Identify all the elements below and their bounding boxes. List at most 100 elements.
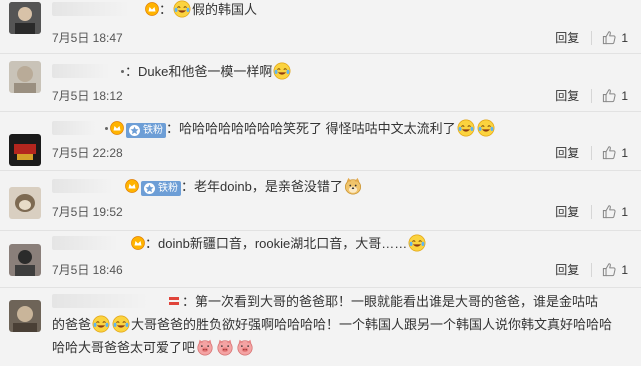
comment-line-1: ：第一次看到大哥的爸爸耶！一眼就能看出谁是大哥的爸爸，谁是金咕咕 bbox=[52, 290, 627, 313]
comment-text: doinb新疆口音，rookie湖北口音，大哥…… bbox=[158, 236, 408, 251]
fan-badge-label: 铁粉 bbox=[158, 183, 178, 194]
reply-button[interactable]: 回复 bbox=[555, 203, 579, 220]
name-dot bbox=[121, 70, 124, 73]
avatar[interactable] bbox=[9, 244, 41, 276]
comment-item: ：第一次看到大哥的爸爸耶！一眼就能看出谁是大哥的爸爸，谁是金咕咕 的爸爸 大哥爸爸… bbox=[0, 290, 641, 366]
action-divider bbox=[591, 88, 593, 103]
avatar-image bbox=[9, 300, 41, 332]
pig-emoji-icon bbox=[196, 338, 214, 356]
fan-badge: 铁粉 bbox=[126, 123, 166, 138]
action-divider bbox=[591, 30, 593, 45]
fan-badge: 铁粉 bbox=[141, 181, 181, 196]
comment-list: ：假的韩国人 7月5日 18:47 回复 1 ：Duke和他爸一模一样啊 7月5… bbox=[0, 0, 641, 366]
like-count[interactable]: 1 bbox=[621, 31, 628, 45]
comment-body: ： 假的韩国人 bbox=[52, 0, 629, 20]
comment-body: 铁粉 ：老年doinb，是亲爸没错了 bbox=[52, 177, 629, 197]
comment-item: 铁粉 ：老年doinb，是亲爸没错了 7月5日 19:52 回复 1 bbox=[0, 175, 641, 233]
avatar[interactable] bbox=[9, 300, 41, 332]
avatar-image bbox=[9, 187, 41, 219]
fan-star-icon bbox=[143, 182, 156, 195]
laugh-cry-emoji-icon bbox=[457, 119, 475, 137]
like-count[interactable]: 1 bbox=[621, 205, 628, 219]
avatar-image bbox=[9, 244, 41, 276]
comment-divider bbox=[0, 230, 641, 231]
comment-actions: 回复 1 bbox=[555, 29, 628, 46]
avatar[interactable] bbox=[9, 134, 41, 166]
username-redacted[interactable] bbox=[52, 179, 124, 193]
action-divider bbox=[591, 145, 593, 160]
like-count[interactable]: 1 bbox=[621, 263, 628, 277]
comment-text-line-1: 第一次看到大哥的爸爸耶！一眼就能看出谁是大哥的爸爸，谁是金咕咕 bbox=[195, 294, 599, 309]
thumbs-up-icon[interactable] bbox=[602, 145, 617, 160]
avatar-image bbox=[9, 134, 41, 166]
like-count[interactable]: 1 bbox=[621, 89, 628, 103]
thumbs-up-icon[interactable] bbox=[602, 88, 617, 103]
laugh-cry-emoji-icon bbox=[92, 315, 110, 333]
username-redacted[interactable] bbox=[52, 236, 130, 250]
username-redacted[interactable] bbox=[52, 2, 144, 16]
comment-text: 假的韩国人 bbox=[192, 2, 258, 17]
username-redacted[interactable] bbox=[52, 121, 104, 135]
comment-item: ：Duke和他爸一模一样啊 7月5日 18:12 回复 1 bbox=[0, 58, 641, 114]
avatar-image bbox=[9, 2, 41, 34]
vip-crown-icon bbox=[145, 2, 159, 16]
comment-text: Duke和他爸一模一样啊 bbox=[138, 64, 273, 79]
comment-actions: 回复 1 bbox=[555, 144, 628, 161]
fan-star-icon bbox=[128, 124, 141, 137]
name-dot bbox=[105, 127, 108, 130]
comment-body: ：doinb新疆口音，rookie湖北口音，大哥…… bbox=[52, 234, 629, 254]
comment-item: 铁粉 ：哈哈哈哈哈哈哈哈笑死了 得怪咕咕中文太流利了 7月5日 22:28 回复 … bbox=[0, 116, 641, 172]
reply-button[interactable]: 回复 bbox=[555, 144, 579, 161]
comment-actions: 回复 1 bbox=[555, 87, 628, 104]
vip-crown-icon bbox=[131, 236, 145, 250]
comment-text: 哈哈哈哈哈哈哈哈笑死了 得怪咕咕中文太流利了 bbox=[179, 121, 456, 136]
username-redacted[interactable] bbox=[52, 64, 120, 78]
reply-button[interactable]: 回复 bbox=[555, 261, 579, 278]
laugh-cry-emoji-icon bbox=[477, 119, 495, 137]
thumbs-up-icon[interactable] bbox=[602, 30, 617, 45]
comment-text-line-3: 哈哈大哥爸爸太可爱了吧 bbox=[52, 340, 196, 355]
comment-timestamp: 7月5日 19:52 bbox=[52, 205, 123, 219]
username-redacted[interactable] bbox=[52, 294, 166, 308]
action-divider bbox=[591, 262, 593, 277]
comment-timestamp: 7月5日 18:12 bbox=[52, 89, 123, 103]
avatar[interactable] bbox=[9, 2, 41, 34]
comment-item: ： 假的韩国人 7月5日 18:47 回复 1 bbox=[0, 0, 641, 60]
comment-line-3: 哈哈大哥爸爸太可爱了吧 bbox=[52, 336, 627, 359]
colon: ： bbox=[181, 179, 195, 194]
comment-line-2: 的爸爸 大哥爸爸的胜负欲好强啊哈哈哈哈！一个韩国人跟另一个韩国人说你韩文真好哈哈哈 bbox=[52, 313, 627, 336]
comment-text: 老年doinb，是亲爸没错了 bbox=[194, 179, 343, 194]
pig-emoji-icon bbox=[236, 338, 254, 356]
like-count[interactable]: 1 bbox=[621, 146, 628, 160]
laugh-cry-emoji-icon bbox=[273, 62, 291, 80]
vip-crown-icon bbox=[110, 121, 124, 135]
comment-divider bbox=[0, 111, 641, 112]
comment-item: ：doinb新疆口音，rookie湖北口音，大哥…… 7月5日 18:46 回复… bbox=[0, 234, 641, 290]
comment-divider bbox=[0, 170, 641, 171]
comment-timestamp: 7月5日 18:47 bbox=[52, 31, 123, 45]
action-divider bbox=[591, 204, 593, 219]
laugh-cry-emoji-icon bbox=[112, 315, 130, 333]
comment-body: ：第一次看到大哥的爸爸耶！一眼就能看出谁是大哥的爸爸，谁是金咕咕 的爸爸 大哥爸爸… bbox=[52, 290, 627, 359]
vip-crown-icon bbox=[125, 179, 139, 193]
doge-emoji-icon bbox=[344, 177, 362, 195]
comment-actions: 回复 1 bbox=[555, 203, 628, 220]
reply-button[interactable]: 回复 bbox=[555, 87, 579, 104]
colon: ： bbox=[145, 236, 159, 251]
fan-badge-label: 铁粉 bbox=[143, 125, 163, 136]
comment-text-line-2b: 大哥爸爸的胜负欲好强啊哈哈哈哈！一个韩国人跟另一个韩国人说你韩文真好哈哈哈 bbox=[131, 317, 613, 332]
comment-divider bbox=[0, 53, 641, 54]
laugh-cry-emoji-icon bbox=[408, 234, 426, 252]
colon: ： bbox=[166, 121, 180, 136]
comment-text-line-2a: 的爸爸 bbox=[52, 317, 92, 332]
avatar[interactable] bbox=[9, 61, 41, 93]
avatar[interactable] bbox=[9, 187, 41, 219]
comment-actions: 回复 1 bbox=[555, 261, 628, 278]
red-medal-icon bbox=[168, 291, 180, 305]
pig-emoji-icon bbox=[216, 338, 234, 356]
reply-button[interactable]: 回复 bbox=[555, 29, 579, 46]
thumbs-up-icon[interactable] bbox=[602, 262, 617, 277]
comment-timestamp: 7月5日 18:46 bbox=[52, 263, 123, 277]
avatar-image bbox=[9, 61, 41, 93]
thumbs-up-icon[interactable] bbox=[602, 204, 617, 219]
